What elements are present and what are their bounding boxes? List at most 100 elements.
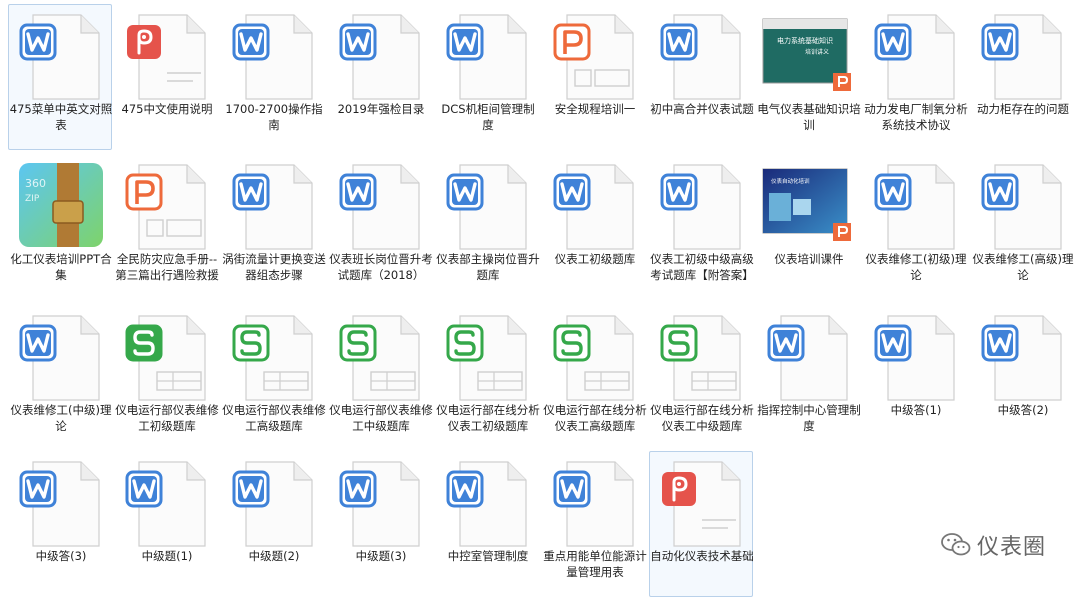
file-item[interactable]: 重点用能单位能源计量管理用表	[542, 451, 647, 597]
file-label: 2019年强检目录	[337, 102, 425, 116]
file-label: 仪表班长岗位晋升考试题库（2018）	[329, 252, 433, 282]
file-label: 电气仪表基础知识培训	[757, 102, 861, 132]
file-item[interactable]: 仪表班长岗位晋升考试题库（2018）	[328, 154, 433, 300]
file-item[interactable]: 仪电运行部在线分析仪表工中级题库	[649, 305, 754, 451]
file-item[interactable]: 动力发电厂制氧分析系统技术协议	[863, 4, 968, 150]
svg-text:360: 360	[25, 177, 46, 190]
file-item[interactable]: 中级答(2)	[970, 305, 1074, 451]
file-item[interactable]: 仪表自动化培训仪表培训课件	[756, 154, 860, 300]
file-item[interactable]: 动力柜存在的问题	[970, 4, 1074, 150]
file-item[interactable]: 安全规程培训一	[542, 4, 646, 150]
svg-text:培训讲义: 培训讲义	[805, 48, 829, 56]
watermark-text: 仪表圈	[976, 535, 1046, 560]
file-label: 自动化仪表技术基础	[650, 549, 754, 563]
file-label: 仪电运行部在线分析仪表工高级题库	[543, 403, 647, 433]
word-doc-icon	[971, 157, 1075, 250]
file-label: 化工仪表培训PPT合集	[10, 252, 112, 282]
file-label: 中级题(2)	[248, 549, 300, 563]
file-label: 中级答(3)	[35, 549, 87, 563]
word-doc-icon	[329, 7, 433, 100]
word-doc-icon	[864, 7, 968, 100]
file-label: 仪表维修工(中级)理论	[10, 403, 112, 433]
file-label: 475中文使用说明	[121, 102, 213, 116]
word-doc-icon	[650, 7, 754, 100]
file-label: 仪电运行部仪表维修工初级题库	[115, 403, 219, 433]
file-item[interactable]: 2019年强检目录	[328, 4, 432, 150]
slide-thumbnail: 电力系统基础知识培训讲义	[757, 7, 861, 97]
word-doc-icon	[9, 7, 113, 100]
word-doc-icon	[436, 454, 540, 547]
file-item[interactable]: DCS机柜间管理制度	[435, 4, 539, 150]
file-label: 仪电运行部在线分析仪表工中级题库	[650, 403, 754, 433]
file-item[interactable]: 全民防灾应急手册--第三篇出行遇险救援	[114, 154, 219, 300]
word-doc-icon	[864, 308, 968, 401]
file-item[interactable]: 仪电运行部仪表维修工中级题库	[328, 305, 433, 451]
file-item[interactable]: 中级答(3)	[8, 451, 112, 597]
file-item[interactable]: 指挥控制中心管理制度	[756, 305, 861, 451]
file-grid: 475菜单中英文对照表 475中文使用说明 1700-2700操作指南 2019年强检…	[0, 0, 1080, 597]
file-label: 仪电运行部仪表维修工中级题库	[329, 403, 433, 433]
file-item[interactable]: 仪电运行部在线分析仪表工高级题库	[542, 305, 647, 451]
svg-text:仪表自动化培训: 仪表自动化培训	[771, 177, 810, 185]
file-label: 仪电运行部仪表维修工高级题库	[222, 403, 326, 433]
excel-icon	[436, 308, 540, 401]
word-doc-icon	[864, 157, 968, 250]
file-label: 仪表维修工(高级)理论	[972, 252, 1074, 282]
file-item[interactable]: 仪表维修工(中级)理论	[8, 305, 112, 451]
file-label: 仪表工初级中级高级考试题库【附答案】	[650, 252, 754, 282]
word-doc-icon	[329, 157, 433, 250]
file-item[interactable]: 仪电运行部仪表维修工初级题库	[114, 305, 219, 451]
word-doc-icon	[115, 454, 219, 547]
svg-text:电力系统基础知识: 电力系统基础知识	[777, 36, 833, 45]
file-item[interactable]: 中级题(3)	[328, 451, 432, 597]
file-label: 指挥控制中心管理制度	[757, 403, 861, 433]
file-label: 中级答(1)	[890, 403, 942, 417]
ppt-icon	[115, 157, 219, 250]
file-item[interactable]: 仪电运行部在线分析仪表工初级题库	[435, 305, 540, 451]
file-item[interactable]: 仪表工初级题库	[542, 154, 646, 300]
file-item[interactable]: 中控室管理制度	[435, 451, 539, 597]
file-item[interactable]: 自动化仪表技术基础	[649, 451, 754, 597]
file-item[interactable]: 仪表维修工(高级)理论	[970, 154, 1074, 300]
wechat-icon	[941, 533, 971, 556]
excel-icon	[650, 308, 754, 401]
file-item[interactable]: 中级答(1)	[863, 305, 967, 451]
word-doc-icon	[436, 157, 540, 250]
word-doc-icon	[650, 157, 754, 250]
file-item[interactable]: 涡街流量计更换变送器组态步骤	[221, 154, 326, 300]
file-label: 中级题(3)	[355, 549, 407, 563]
file-label: DCS机柜间管理制度	[441, 102, 535, 132]
file-item[interactable]: 仪表维修工(初级)理论	[863, 154, 967, 300]
word-doc-icon	[9, 454, 113, 547]
file-label: 仪电运行部在线分析仪表工初级题库	[436, 403, 540, 433]
word-doc-icon	[757, 308, 861, 401]
file-label: 动力发电厂制氧分析系统技术协议	[864, 102, 968, 132]
word-doc-icon	[9, 308, 113, 401]
file-label: 仪表维修工(初级)理论	[865, 252, 967, 282]
file-item[interactable]: 1700-2700操作指南	[221, 4, 325, 150]
file-item[interactable]: 360 ZIP 化工仪表培训PPT合集	[8, 154, 112, 300]
file-item[interactable]: 仪表部主操岗位晋升题库	[435, 154, 540, 300]
file-item[interactable]: 电力系统基础知识培训讲义电气仪表基础知识培训	[756, 4, 861, 150]
file-item[interactable]: 475中文使用说明	[114, 4, 218, 150]
word-doc-icon	[222, 157, 326, 250]
file-item[interactable]: 475菜单中英文对照表	[8, 4, 112, 150]
word-doc-icon	[222, 454, 326, 547]
file-item[interactable]: 中级题(1)	[114, 451, 218, 597]
file-label: 中级答(2)	[997, 403, 1049, 417]
word-doc-icon	[543, 157, 647, 250]
zip-archive-icon: 360 ZIP	[9, 157, 113, 247]
file-item[interactable]: 仪电运行部仪表维修工高级题库	[221, 305, 326, 451]
file-label: 初中高合并仪表试题	[650, 102, 754, 116]
file-item[interactable]: 初中高合并仪表试题	[649, 4, 754, 150]
slide-thumbnail: 仪表自动化培训	[757, 157, 861, 247]
file-label: 仪表部主操岗位晋升题库	[436, 252, 540, 282]
file-item[interactable]: 中级题(2)	[221, 451, 325, 597]
file-label: 重点用能单位能源计量管理用表	[543, 549, 647, 579]
file-label: 中控室管理制度	[447, 549, 529, 563]
file-label: 仪表培训课件	[774, 252, 844, 266]
file-item[interactable]: 仪表工初级中级高级考试题库【附答案】	[649, 154, 754, 300]
word-doc-icon	[971, 7, 1075, 100]
word-doc-icon	[329, 454, 433, 547]
excel-icon	[329, 308, 433, 401]
